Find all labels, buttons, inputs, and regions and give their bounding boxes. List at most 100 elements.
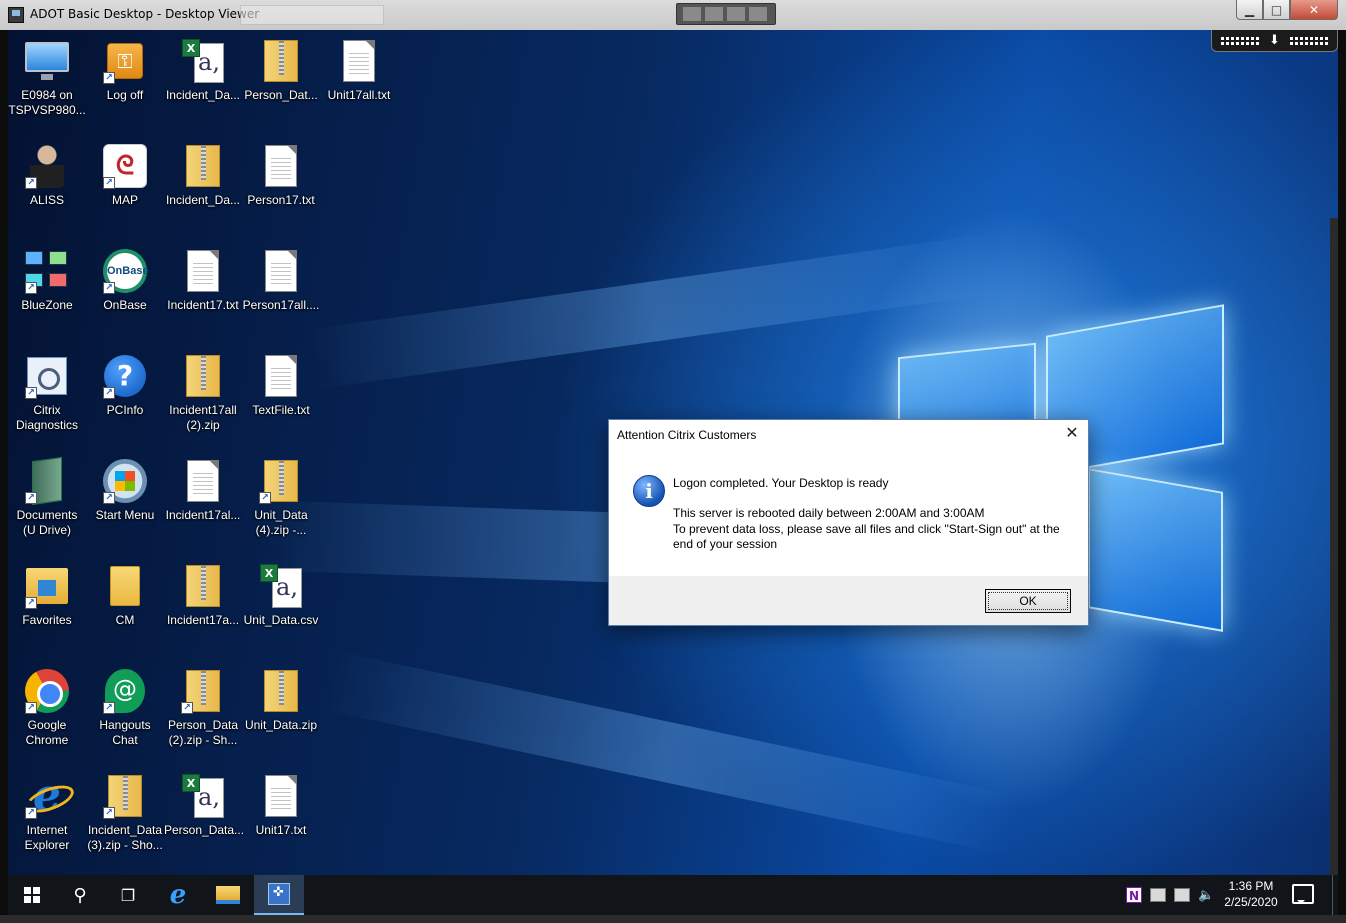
desktop-icon-label: Favorites [22, 613, 72, 627]
windows-logo-icon [24, 887, 40, 903]
desktop-icon[interactable]: a, X Unit_Data.csv [242, 563, 320, 628]
desktop-icon-label: Person_Data (2).zip - Sh... [167, 718, 239, 747]
viewer-hidden-search-strip [240, 5, 384, 25]
desktop-icon[interactable]: ⚿ ↗ Log off [86, 38, 164, 103]
desktop-icon[interactable]: a, X Person_Data... [164, 773, 245, 838]
toolbar-gear-icon[interactable] [727, 7, 745, 21]
desktop-icon[interactable]: ↗ Incident_Data (3).zip - Sho... [86, 773, 164, 853]
desktop-icon[interactable]: ↗ Unit_Data (4).zip -... [242, 458, 320, 538]
desktop-icon[interactable]: ↗ Person_Data (2).zip - Sh... [164, 668, 242, 748]
volume-icon[interactable]: 🔈 [1198, 888, 1214, 903]
citrix-desktop-toolbar-handle[interactable]: ⬇ [1211, 30, 1338, 52]
shortcut-arrow-icon: ↗ [25, 282, 37, 294]
desktop-icon[interactable]: @ ↗ Hangouts Chat [86, 668, 164, 748]
desktop-icon[interactable]: Incident_Da... [164, 143, 242, 208]
desktop-icon[interactable]: ↗ Documents (U Drive) [8, 456, 86, 538]
desktop-icon-label: Incident_Da... [165, 88, 241, 102]
desktop-icon[interactable]: Incident17al... [164, 458, 242, 523]
desktop-icon[interactable]: ↗ BlueZone [8, 248, 86, 313]
zip-folder-icon [258, 38, 304, 84]
zip-folder-icon: ↗ [102, 773, 148, 819]
search-button[interactable]: ⚲ [56, 875, 104, 915]
viewer-window-title: ADOT Basic Desktop - Desktop Viewer [30, 7, 260, 21]
desktop-icon-label: OnBase [103, 298, 147, 312]
task-view-button[interactable]: ❐ [104, 875, 152, 915]
desktop-icon[interactable]: OnBase ↗ OnBase [86, 248, 164, 313]
dialog-close-button[interactable]: ✕ [1059, 424, 1085, 446]
remote-desktop[interactable]: ⬇ E0984 on TSPVSP980... ⚿ ↗ Log off a, X Incid… [8, 30, 1338, 875]
show-desktop-button[interactable] [1332, 875, 1338, 915]
desktop-icon[interactable]: Incident17.txt [164, 248, 242, 313]
desktop-icon[interactable]: Person17.txt [242, 143, 320, 208]
desktop-icon-label: Incident_Data (3).zip - Sho... [87, 823, 163, 852]
start-button[interactable] [8, 875, 56, 915]
chrome-icon: ↗ [24, 668, 70, 714]
bluezone-icon: ↗ [24, 248, 70, 294]
toolbar-expand-arrow-icon[interactable]: ⬇ [1269, 33, 1280, 48]
onenote-tray-icon[interactable]: N [1126, 887, 1142, 903]
shortcut-arrow-icon: ↗ [103, 702, 115, 714]
printer-tray-icon[interactable] [1150, 888, 1166, 902]
desktop-icon[interactable]: ↗ Google Chrome [8, 668, 86, 748]
person-icon: ↗ [24, 143, 70, 189]
desktop-icon[interactable]: Unit17.txt [242, 773, 320, 838]
monitor-icon [24, 38, 70, 84]
hangouts-icon: @ ↗ [102, 668, 148, 714]
network-tray-icon[interactable] [1174, 888, 1190, 902]
documents-icon: ↗ [24, 456, 70, 506]
desktop-icon[interactable]: CM [86, 563, 164, 628]
desktop-icon[interactable]: Person17all.... [242, 248, 320, 313]
internet-explorer-icon: e [169, 880, 187, 910]
maximize-button[interactable]: □ [1263, 0, 1290, 20]
desktop-icon-label: Person17.txt [247, 193, 315, 207]
desktop-viewer-window: ADOT Basic Desktop - Desktop Viewer ▁ □ … [0, 0, 1346, 923]
toolbar-home-icon[interactable] [683, 7, 701, 21]
desktop-icon[interactable]: ↗ ALISS [8, 143, 86, 208]
viewer-scrollbar[interactable] [1330, 218, 1338, 875]
desktop-icon[interactable]: E0984 on TSPVSP980... [8, 38, 86, 118]
viewer-bottom-frame [0, 915, 1346, 923]
shortcut-arrow-icon: ↗ [103, 282, 115, 294]
minimize-button[interactable]: ▁ [1236, 0, 1263, 20]
desktop-icon[interactable]: Person_Dat... [242, 38, 320, 103]
desktop-icon[interactable]: Incident17a... [164, 563, 242, 628]
desktop-icon[interactable]: ↗ Favorites [8, 563, 86, 628]
toolbar-grip-left-icon [1221, 36, 1260, 45]
shortcut-arrow-icon: ↗ [181, 702, 193, 714]
search-icon: ⚲ [73, 884, 87, 906]
desktop-icon[interactable]: ᘓ ↗ MAP [86, 143, 164, 208]
desktop-icon[interactable]: a, X Incident_Da... [164, 38, 242, 103]
shortcut-arrow-icon: ↗ [103, 72, 115, 84]
toolbar-lock-icon[interactable] [705, 7, 723, 21]
dialog-footer: OK [609, 576, 1088, 625]
dialog-reboot-notice: This server is rebooted daily between 2:… [673, 506, 985, 520]
taskbar-clock[interactable]: 1:36 PM 2/25/2020 [1216, 878, 1286, 910]
ok-button[interactable]: OK [985, 589, 1071, 613]
desktop-icon[interactable]: Unit_Data.zip [242, 668, 320, 733]
desktop-icon[interactable]: e ↗ Internet Explorer [8, 773, 86, 853]
taskbar-internet-explorer[interactable]: e [154, 875, 202, 915]
shortcut-arrow-icon: ↗ [25, 492, 37, 504]
desktop-icon[interactable]: ↗ Start Menu [86, 458, 164, 523]
taskbar-file-explorer[interactable] [204, 875, 252, 915]
action-center-icon[interactable] [1292, 884, 1314, 904]
desktop-icon-label: Start Menu [95, 508, 155, 522]
desktop-icon-label: Person_Data... [164, 823, 245, 837]
desktop-icon[interactable]: Incident17all (2).zip [164, 353, 242, 433]
desktop-icon[interactable]: TextFile.txt [242, 353, 320, 418]
toolbar-more-icon[interactable] [749, 7, 767, 21]
close-button[interactable]: ✕ [1290, 0, 1338, 20]
desktop-icon[interactable]: ? ↗ PCInfo [86, 353, 164, 418]
viewer-title-bar[interactable]: ADOT Basic Desktop - Desktop Viewer ▁ □ … [0, 0, 1346, 30]
start-menu-icon: ↗ [102, 458, 148, 504]
favorites-icon: ↗ [24, 563, 70, 609]
viewer-mini-toolbar[interactable] [676, 3, 776, 25]
desktop-icon-label: Incident17al... [165, 508, 241, 522]
desktop-icon[interactable]: ↗ Citrix Diagnostics [8, 353, 86, 433]
wallpaper-pane [1088, 468, 1223, 632]
taskbar-citrix-app[interactable] [254, 875, 304, 915]
desktop-icon-label: Unit_Data.csv [243, 613, 319, 627]
desktop-icon-label: TextFile.txt [252, 403, 310, 417]
desktop-icon[interactable]: Unit17all.txt [320, 38, 398, 103]
shortcut-arrow-icon: ↗ [25, 807, 37, 819]
